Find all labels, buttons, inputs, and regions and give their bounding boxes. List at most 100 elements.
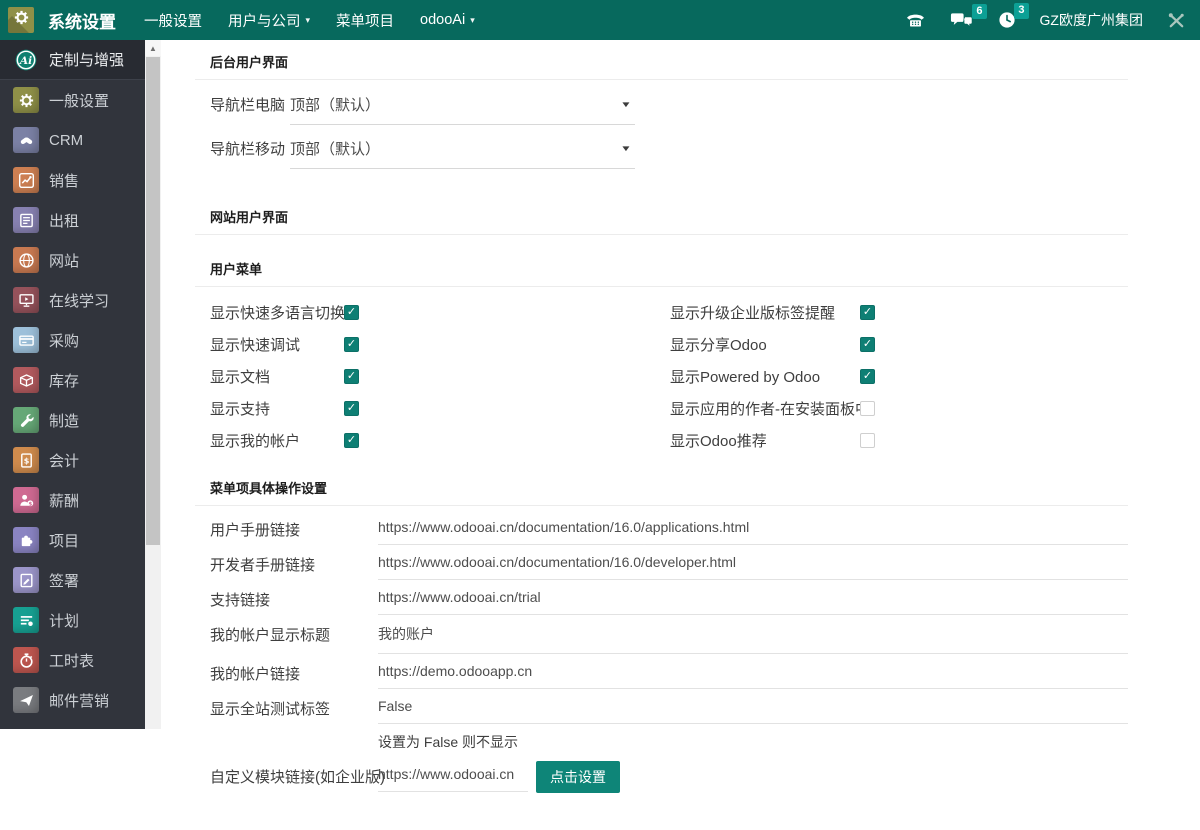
sidebar-item[interactable]: 邮件营销	[0, 680, 145, 720]
field-label: 开发者手册链接	[210, 552, 378, 575]
field-input[interactable]: https://www.odooai.cn	[378, 764, 528, 792]
sidebar-item[interactable]: $ 会计	[0, 440, 145, 480]
sidebar-item[interactable]: 制造	[0, 400, 145, 440]
field-label: 我的帐户显示标题	[210, 622, 378, 645]
activities-button[interactable]: 3	[998, 11, 1016, 29]
activities-count-badge: 3	[1014, 3, 1028, 19]
settings-field-row: 我的帐户显示标题 我的账户	[210, 622, 1128, 654]
stopwatch-icon	[13, 647, 39, 673]
sidebar-item[interactable]: 计划	[0, 600, 145, 640]
tools-button[interactable]	[1167, 11, 1186, 30]
sidebar-item[interactable]: 项目	[0, 520, 145, 560]
checkbox[interactable]	[860, 369, 875, 384]
backend-ui-rows: 导航栏电脑 顶部（默认） ▼ 导航栏移动 顶部（默认） ▼	[210, 92, 1128, 169]
ai-logo-icon: Ai	[13, 47, 39, 73]
checkbox[interactable]	[860, 337, 875, 352]
sidebar-item[interactable]: 在线学习	[0, 280, 145, 320]
sidebar-item[interactable]: 网站	[0, 240, 145, 280]
sidebar-item[interactable]: 一般设置	[0, 80, 145, 120]
section-menu-settings: 菜单项具体操作设置 用户手册链接 https://www.odooai.cn/d…	[210, 478, 1128, 793]
section-title: 后台用户界面	[195, 52, 1128, 80]
sign-pen-icon	[13, 567, 39, 593]
field-input[interactable]: https://www.odooai.cn/documentation/16.0…	[378, 552, 1128, 580]
sidebar-item-label: 计划	[49, 610, 79, 631]
building-list-icon	[13, 207, 39, 233]
sidebar-item[interactable]: 库存	[0, 360, 145, 400]
dropdown-caret-icon: ▼	[620, 100, 632, 109]
vertical-scrollbar[interactable]: ▲	[145, 40, 161, 729]
phone-fax-button[interactable]	[905, 12, 926, 28]
field-label: 自定义模块链接(如企业版)	[210, 764, 378, 787]
select-value: 顶部（默认）	[290, 138, 380, 159]
sidebar-item[interactable]: 工时表	[0, 640, 145, 680]
gear-icon	[13, 9, 30, 31]
top-menu-item[interactable]: 一般设置	[144, 10, 202, 31]
messages-button[interactable]: 6	[950, 12, 974, 29]
fax-icon	[905, 12, 926, 28]
field-input[interactable]: https://demo.odooapp.cn	[378, 661, 1128, 689]
puzzle-icon	[13, 527, 39, 553]
svg-text:$: $	[28, 501, 32, 507]
checkbox[interactable]	[344, 305, 359, 320]
top-menu-item[interactable]: 菜单项目	[336, 10, 394, 31]
top-menu-item-label: 一般设置	[144, 10, 202, 31]
user-menu-left-column: 显示快速多语言切换 显示快速调试 显示文档 显示支持	[210, 296, 670, 456]
planning-list-icon	[13, 607, 39, 633]
top-menu-item[interactable]: odooAi ▾	[420, 10, 475, 31]
checkbox-setting-row: 显示Powered by Odoo	[670, 360, 875, 392]
clock-icon	[998, 11, 1016, 29]
scroll-up-button[interactable]: ▲	[145, 40, 161, 56]
wrench-icon	[13, 407, 39, 433]
field-input[interactable]: https://www.odooai.cn/trial	[378, 587, 1128, 615]
field-input[interactable]: https://www.odooai.cn/documentation/16.0…	[378, 517, 1128, 545]
checkbox[interactable]	[344, 337, 359, 352]
page-title[interactable]: 系统设置	[48, 8, 116, 33]
checkbox[interactable]	[860, 433, 875, 448]
section-backend-ui: 后台用户界面 导航栏电脑 顶部（默认） ▼ 导航栏移动 顶部（默认） ▼	[210, 52, 1128, 169]
setting-select[interactable]: 顶部（默认） ▼	[290, 136, 635, 169]
chevron-down-icon: ▾	[306, 16, 311, 25]
top-menu-item-label: odooAi	[420, 12, 465, 28]
sidebar-item-label: 项目	[49, 530, 79, 551]
scrollbar-thumb[interactable]	[146, 57, 160, 545]
setting-select[interactable]: 顶部（默认） ▼	[290, 92, 635, 125]
select-value: 顶部（默认）	[290, 94, 380, 115]
messages-count-badge: 6	[972, 4, 986, 20]
user-menu[interactable]: GZ欧度广州集团	[1040, 10, 1143, 30]
handshake-icon	[13, 127, 39, 153]
settings-field-row: 我的帐户链接 https://demo.odooapp.cn	[210, 661, 1128, 689]
sidebar-item[interactable]: 出租	[0, 200, 145, 240]
setting-select-row: 导航栏电脑 顶部（默认） ▼	[210, 92, 1128, 125]
checkbox-label: 显示文档	[210, 366, 344, 387]
sidebar-item-label: 制造	[49, 410, 79, 431]
top-navbar: 系统设置 一般设置 用户与公司 ▾ 菜单项目 odooAi ▾	[0, 0, 1200, 40]
set-button[interactable]: 点击设置	[536, 761, 620, 793]
checkbox-label: 显示支持	[210, 398, 344, 419]
settings-field-row: 显示全站测试标签 False 设置为 False 则不显示	[210, 696, 1128, 757]
field-label: 支持链接	[210, 587, 378, 610]
sidebar-item[interactable]: $ 薪酬	[0, 480, 145, 520]
sidebar-item-label: 邮件营销	[49, 690, 109, 711]
field-input[interactable]: 我的账户	[378, 622, 1128, 654]
checkbox[interactable]	[344, 433, 359, 448]
checkbox[interactable]	[344, 369, 359, 384]
sidebar-item[interactable]: 采购	[0, 320, 145, 360]
settings-field-row: 用户手册链接 https://www.odooai.cn/documentati…	[210, 517, 1128, 545]
user-menu-columns: 显示快速多语言切换 显示快速调试 显示文档 显示支持	[210, 296, 1128, 456]
chevron-down-icon: ▾	[470, 16, 475, 25]
checkbox[interactable]	[344, 401, 359, 416]
sidebar-item[interactable]: 销售	[0, 160, 145, 200]
invoice-dollar-icon: $	[13, 447, 39, 473]
checkbox-label: 显示Odoo推荐	[670, 430, 860, 451]
sidebar-item[interactable]: Ai 定制与增强	[0, 40, 145, 80]
checkbox[interactable]	[860, 401, 875, 416]
checkbox[interactable]	[860, 305, 875, 320]
sidebar-item[interactable]: CRM	[0, 120, 145, 160]
sidebar-item[interactable]: 签署	[0, 560, 145, 600]
sidebar-item-label: CRM	[49, 132, 83, 149]
checkbox-setting-row: 显示Odoo推荐	[670, 424, 875, 456]
top-menu-item[interactable]: 用户与公司 ▾	[228, 10, 310, 31]
sidebar-item-label: 网站	[49, 250, 79, 271]
field-input[interactable]: False	[378, 696, 1128, 724]
app-icon[interactable]	[8, 7, 34, 33]
